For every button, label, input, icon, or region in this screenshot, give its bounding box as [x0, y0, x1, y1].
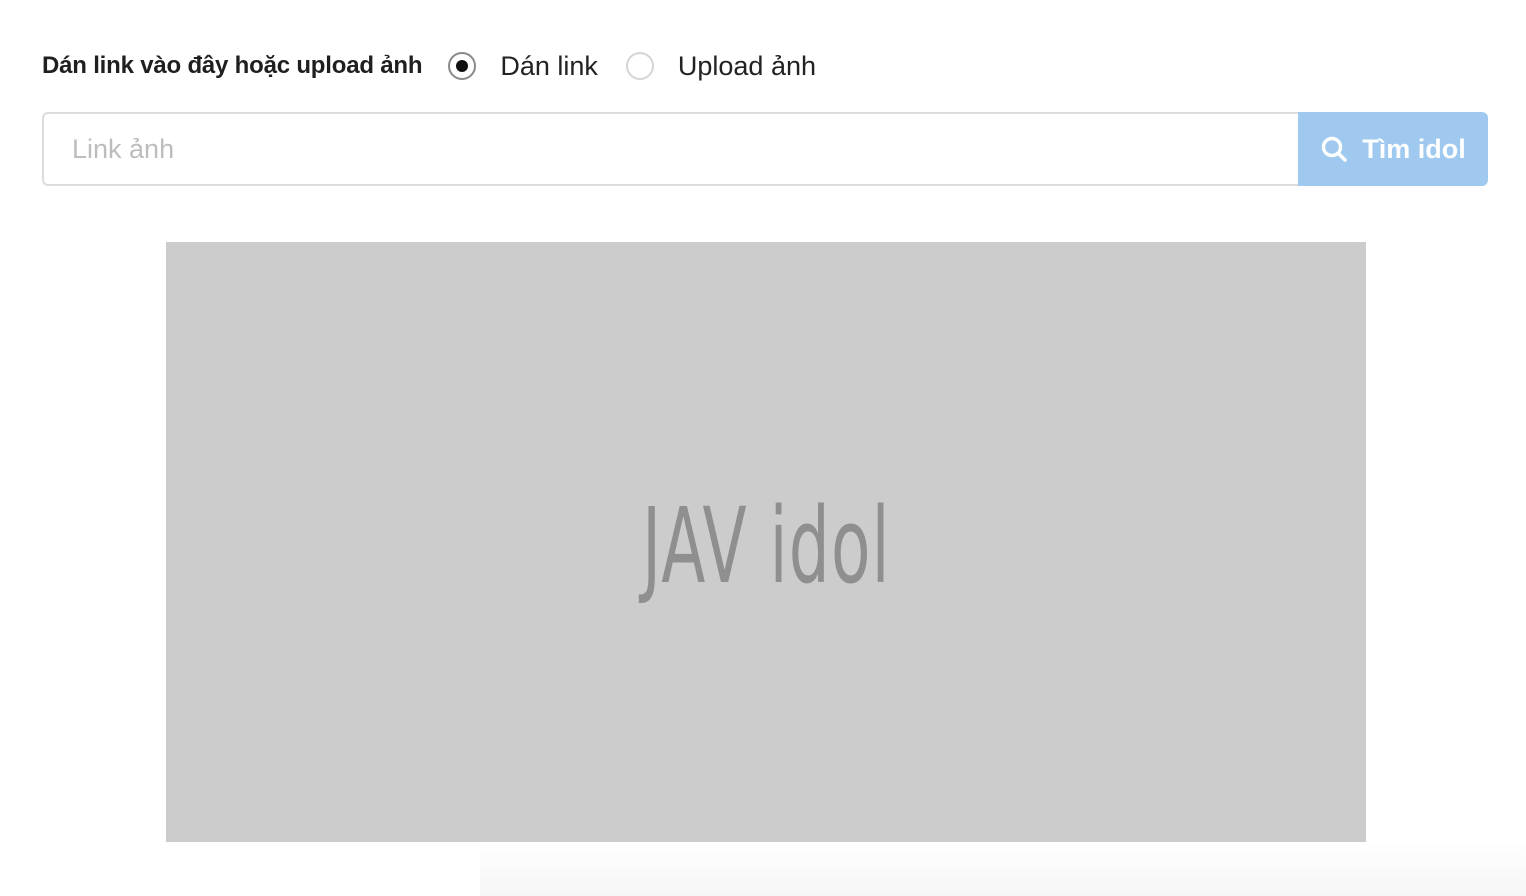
- radio-upload-image[interactable]: [625, 52, 654, 80]
- search-icon: [1320, 135, 1348, 163]
- mode-label: Dán link vào đây hoặc upload ảnh: [42, 52, 423, 79]
- find-idol-button[interactable]: Tìm idol: [1298, 112, 1488, 186]
- radio-selected-dot: [456, 60, 469, 72]
- radio-option-upload-image[interactable]: Upload ảnh: [625, 50, 817, 82]
- radio-paste-link[interactable]: [448, 52, 477, 80]
- radio-paste-link-label: Dán link: [500, 50, 598, 81]
- radio-option-paste-link[interactable]: Dán link: [448, 51, 598, 82]
- image-link-input[interactable]: [42, 112, 1298, 186]
- search-bar: Tìm idol: [42, 112, 1488, 186]
- find-idol-button-label: Tìm idol: [1362, 133, 1466, 164]
- image-preview-placeholder: JAV idol: [166, 242, 1366, 842]
- input-mode-selector: Dán link vào đây hoặc upload ảnh Dán lin…: [42, 44, 844, 88]
- radio-upload-image-label: Upload ảnh: [677, 50, 817, 81]
- bottom-shadow: [480, 842, 1526, 896]
- page: Dán link vào đây hoặc upload ảnh Dán lin…: [0, 0, 1526, 896]
- preview-placeholder-text: JAV idol: [641, 485, 891, 607]
